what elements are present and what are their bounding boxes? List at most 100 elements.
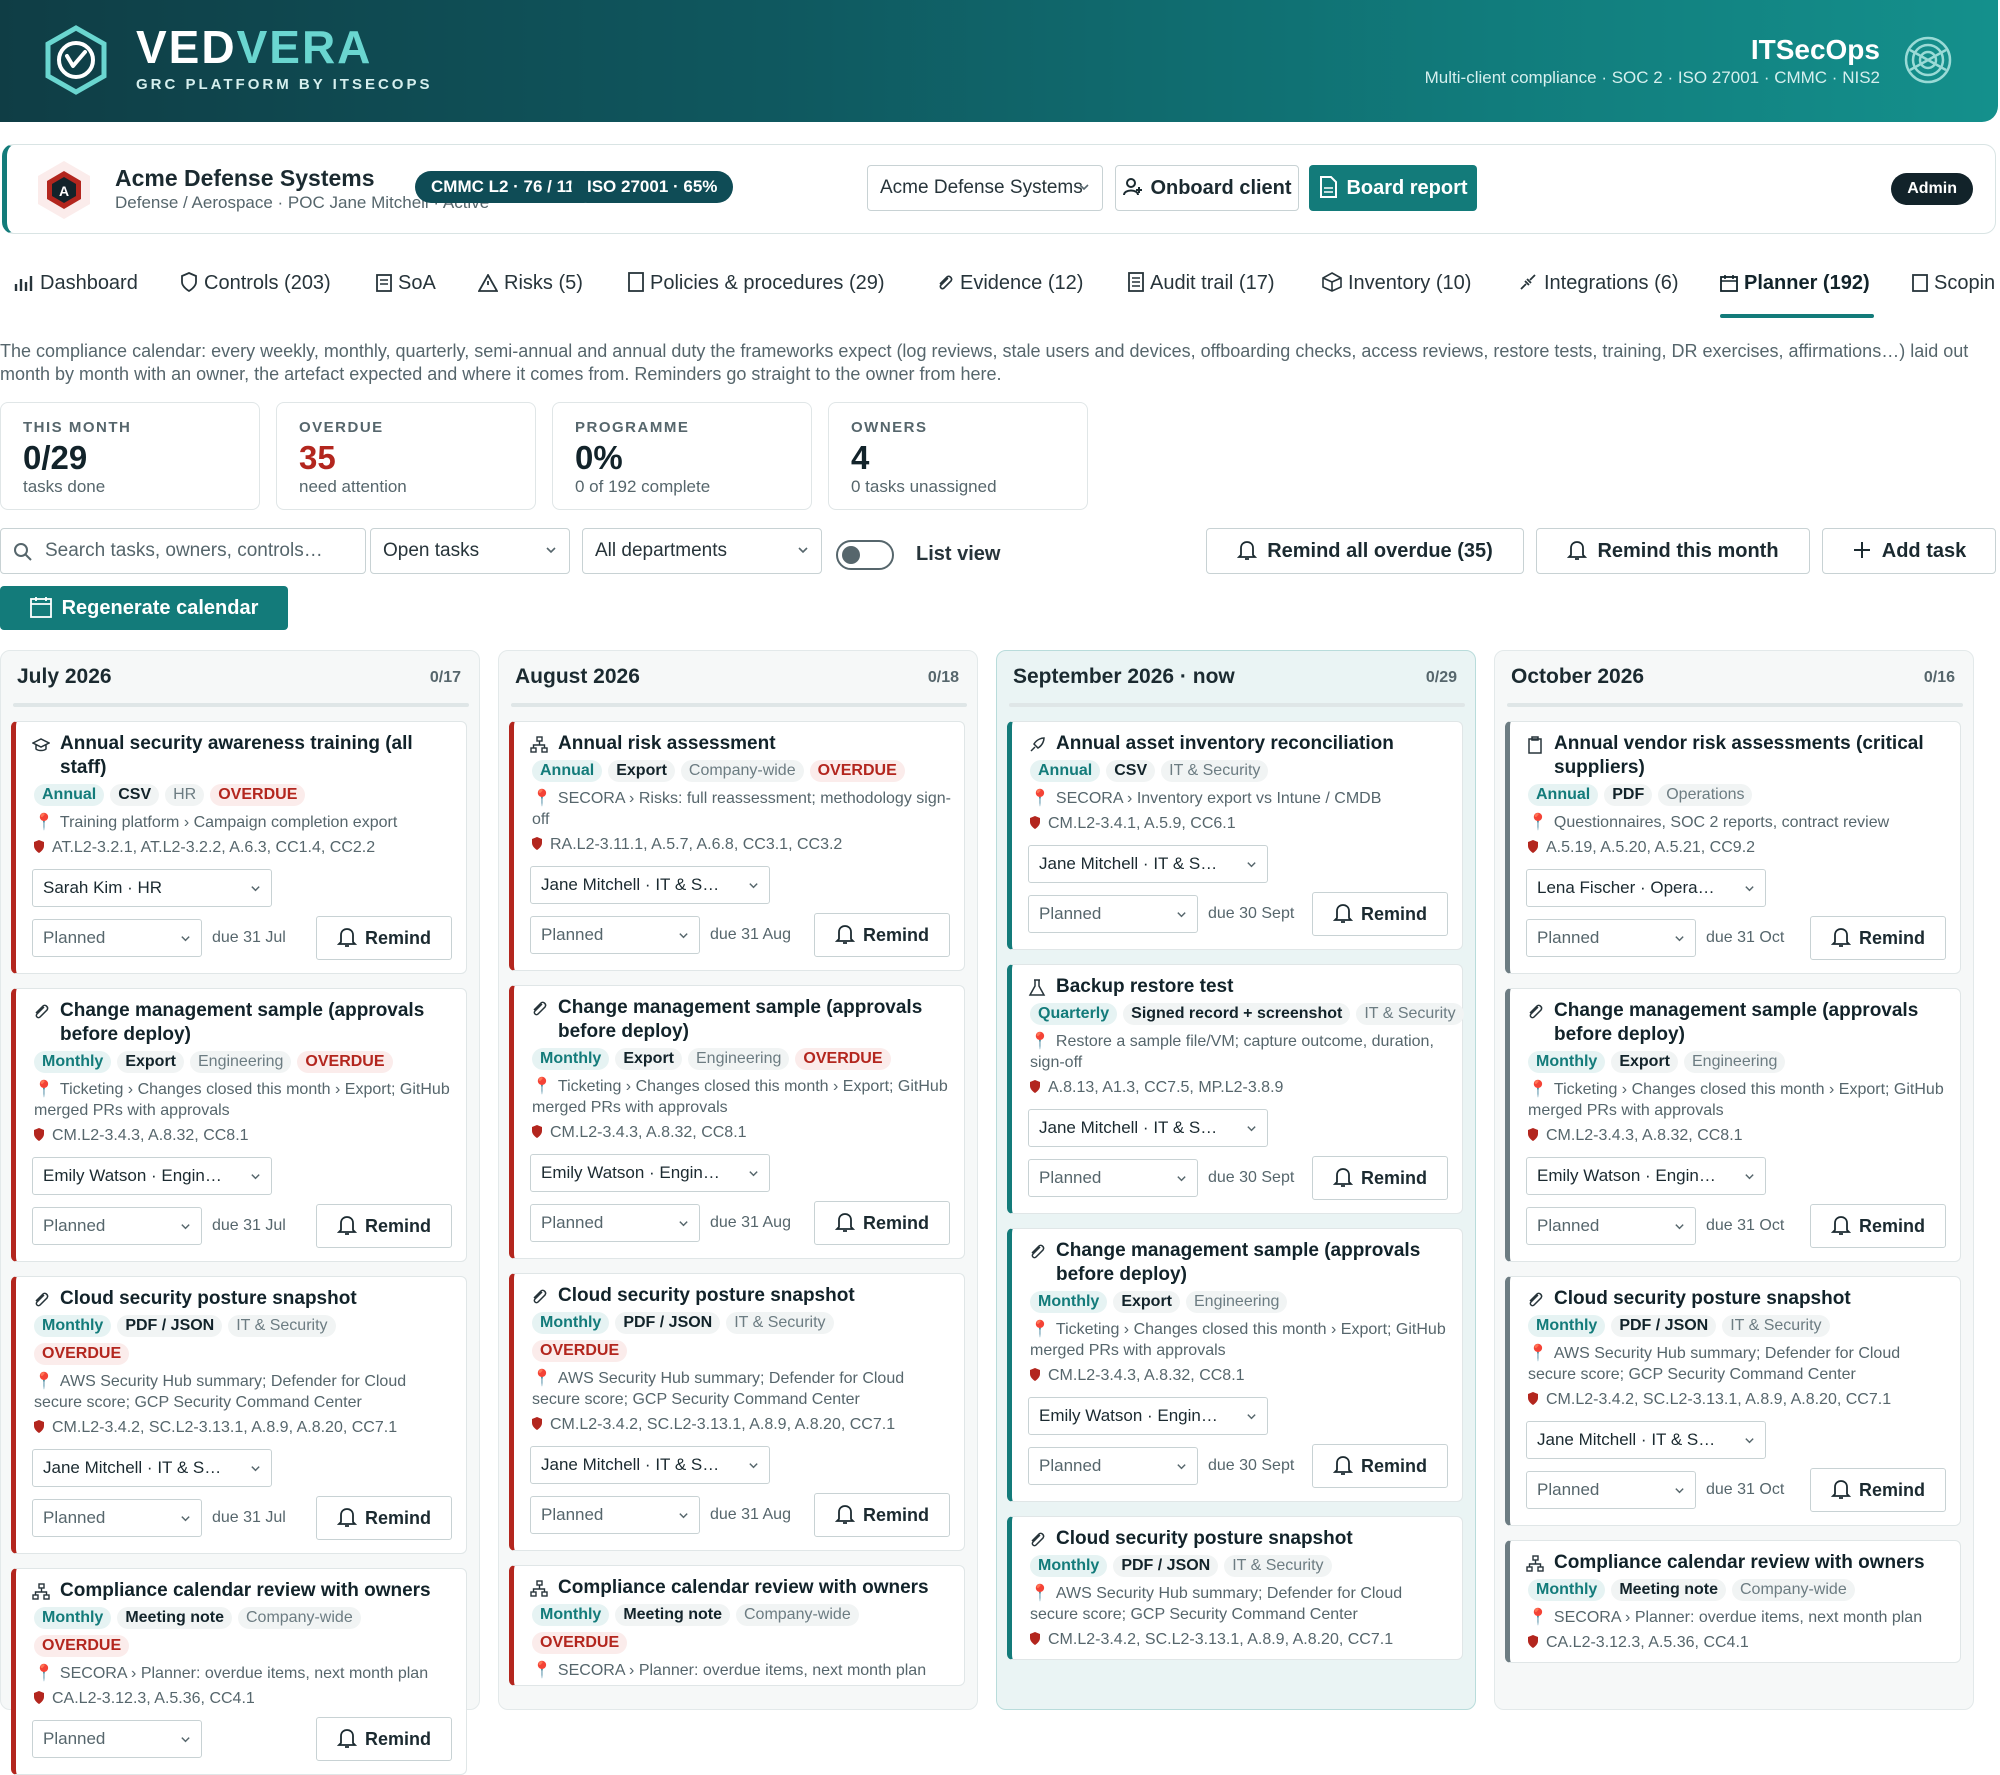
remind-button[interactable]: Remind [1312,1444,1448,1488]
task-controls: CM.L2-3.4.1, A.5.9, CC6.1 [1030,815,1450,833]
list-view-toggle[interactable] [836,540,894,570]
location-pin-icon: 📍 [1528,1081,1548,1098]
tab-scoping[interactable]: Scopin [1912,272,1995,295]
client-card: A Acme Defense Systems Defense / Aerospa… [2,144,1996,234]
task-source-text: Training platform › Campaign completion … [59,814,398,831]
remind-button[interactable]: Remind [316,1496,452,1540]
remind-button[interactable]: Remind [814,1201,950,1245]
status-select[interactable]: Planned [530,1204,700,1242]
tab-planner[interactable]: Planner (192) [1720,272,1870,295]
artefact-chip: PDF / JSON [117,1315,223,1337]
task-card: Annual asset inventory reconciliation Ann… [1007,721,1463,950]
frequency-chip: Monthly [1528,1315,1606,1337]
location-pin-icon: 📍 [532,1370,552,1387]
overdue-chip: OVERDUE [795,1048,891,1070]
search-input[interactable] [45,529,355,573]
owner-select[interactable]: Sarah Kim · HR [32,869,272,907]
owner-select-value: Emily Watson · Engin… [1537,1166,1716,1185]
owner-select[interactable]: Lena Fischer · Opera… [1526,869,1766,907]
remind-all-overdue-button[interactable]: Remind all overdue (35) [1206,528,1524,574]
artefact-chip: PDF / JSON [615,1312,721,1334]
tab-integrations[interactable]: Integrations (6) [1518,272,1679,295]
chevron-down-icon [1745,1438,1754,1444]
remind-button[interactable]: Remind [316,916,452,960]
task-controls-text: A.5.19, A.5.20, A.5.21, CC9.2 [1546,839,1756,856]
status-select[interactable]: Planned [1526,919,1696,957]
control-shield-icon [1030,816,1040,829]
onboard-client-button[interactable]: Onboard client [1115,165,1299,211]
remind-label: Remind [364,928,431,948]
tab-inventory[interactable]: Inventory (10) [1322,272,1471,295]
remind-this-month-button[interactable]: Remind this month [1536,528,1810,574]
status-select[interactable]: Planned [1028,1447,1198,1485]
remind-button[interactable]: Remind [1810,1204,1946,1248]
chevron-down-icon [679,1221,688,1227]
due-date: due 31 Aug [710,926,791,943]
remind-button[interactable]: Remind [1312,1156,1448,1200]
artefact-chip: PDF / JSON [1113,1555,1219,1577]
owner-select[interactable]: Emily Watson · Engin… [1028,1397,1268,1435]
tab-policies[interactable]: Policies & procedures (29) [628,272,885,295]
frequency-chip: Monthly [1030,1555,1108,1577]
artefact-chip: CSV [1106,760,1156,782]
owner-select[interactable]: Jane Mitchell · IT & S… [32,1449,272,1487]
task-chips: Quarterly Signed record + screenshot IT & … [1030,1003,1470,1027]
tab-risks[interactable]: Risks (5) [477,272,583,295]
task-controls: CA.L2-3.12.3, A.5.36, CC4.1 [34,1690,454,1708]
graduation-cap-icon [32,738,50,752]
board-report-button[interactable]: Board report [1309,165,1477,211]
status-select[interactable]: Planned [32,1720,202,1758]
tab-controls[interactable]: Controls (203) [180,272,331,295]
task-source: 📍 AWS Security Hub summary; Defender for … [1528,1343,1948,1385]
task-controls-text: CM.L2-3.4.2, SC.L2-3.13.1, A.8.9, A.8.20… [550,1416,896,1433]
status-filter[interactable]: Open tasks [370,528,570,574]
status-select[interactable]: Planned [1526,1207,1696,1245]
task-search[interactable] [0,528,366,574]
vedvera-logo-icon [45,25,107,95]
status-select[interactable]: Planned [32,919,202,957]
tab-soa[interactable]: SoA [376,272,436,295]
remind-button[interactable]: Remind [316,1204,452,1248]
task-card: Cloud security posture snapshot Monthly PD… [1505,1276,1961,1526]
task-source-text: Ticketing › Changes closed this month › … [34,1081,450,1119]
remind-button[interactable]: Remind [814,913,950,957]
owner-select[interactable]: Emily Watson · Engin… [530,1154,770,1192]
owner-select[interactable]: Jane Mitchell · IT & S… [1028,845,1268,883]
regenerate-calendar-button[interactable]: Regenerate calendar [0,586,288,630]
tab-evidence[interactable]: Evidence (12) [936,272,1083,295]
status-select[interactable]: Planned [32,1499,202,1537]
frequency-chip: Annual [1528,784,1599,806]
location-pin-icon: 📍 [34,1665,54,1682]
brand-name: VEDVERA [136,21,373,73]
task-title: Compliance calendar review with owners [60,1580,431,1601]
remind-button[interactable]: Remind [1312,892,1448,936]
remind-button[interactable]: Remind [814,1493,950,1537]
owner-select[interactable]: Jane Mitchell · IT & S… [1028,1109,1268,1147]
owner-select[interactable]: Jane Mitchell · IT & S… [1526,1421,1766,1459]
status-select[interactable]: Planned [1028,895,1198,933]
remind-button[interactable]: Remind [1810,916,1946,960]
status-select[interactable]: Planned [530,916,700,954]
remind-button[interactable]: Remind [1810,1468,1946,1512]
department-chip: Company-wide [736,1604,859,1626]
department-filter[interactable]: All departments [582,528,822,574]
location-pin-icon: 📍 [532,1078,552,1095]
task-card: Compliance calendar review with owners Mo… [509,1565,965,1686]
search-icon [14,543,32,561]
owner-select[interactable]: Emily Watson · Engin… [32,1157,272,1195]
status-select[interactable]: Planned [32,1207,202,1245]
task-controls-text: A.8.13, A1.3, CC7.5, MP.L2-3.8.9 [1048,1079,1284,1096]
owner-select[interactable]: Jane Mitchell · IT & S… [530,1446,770,1484]
client-selector[interactable]: Acme Defense Systems [867,165,1103,211]
chevron-down-icon [181,1516,190,1522]
status-select[interactable]: Planned [530,1496,700,1534]
status-select[interactable]: Planned [1028,1159,1198,1197]
overdue-chip: OVERDUE [297,1051,393,1073]
status-select[interactable]: Planned [1526,1471,1696,1509]
remind-button[interactable]: Remind [316,1717,452,1761]
add-task-button[interactable]: Add task [1822,528,1996,574]
tab-dashboard[interactable]: Dashboard [14,272,138,295]
owner-select[interactable]: Jane Mitchell · IT & S… [530,866,770,904]
owner-select[interactable]: Emily Watson · Engin… [1526,1157,1766,1195]
tab-audit-trail[interactable]: Audit trail (17) [1128,272,1275,295]
